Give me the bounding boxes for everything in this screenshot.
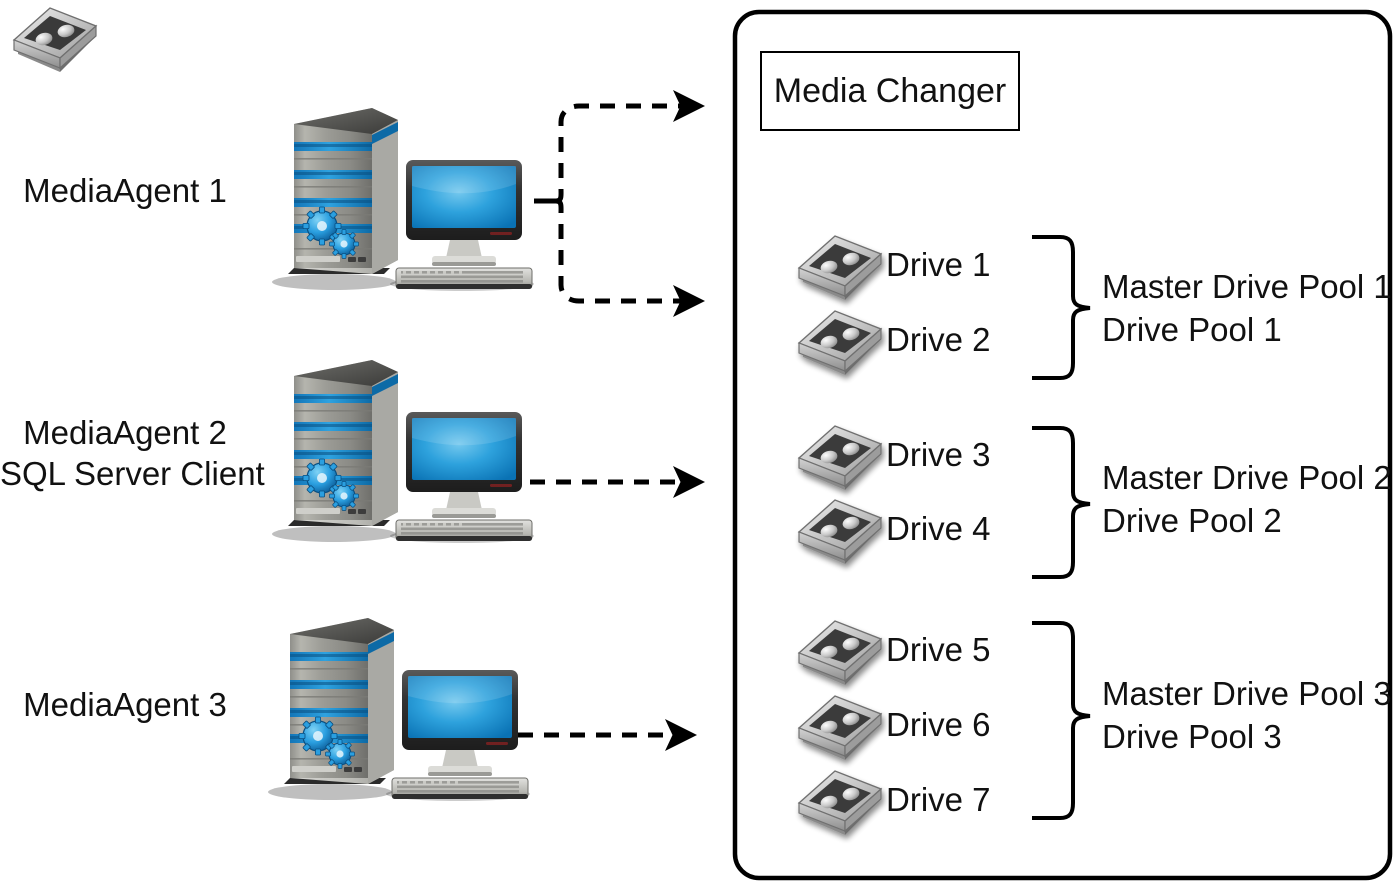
mediaagent-2-computer-icon	[272, 350, 542, 550]
drive-4-label: Drive 4	[886, 510, 991, 547]
monitor-icon	[386, 670, 530, 801]
mediaagent-1-computer-icon	[272, 98, 542, 298]
mediaagent-2-line-1: MediaAgent 2	[23, 414, 227, 451]
pool-1-master-label: Master Drive Pool 1	[1102, 268, 1392, 305]
keyboard-icon	[395, 267, 533, 289]
pool-1-labels: Master Drive Pool 1 Drive Pool 1	[1102, 265, 1392, 351]
pool-2-labels: Master Drive Pool 2 Drive Pool 2	[1102, 456, 1392, 542]
mediaagent-3-line-1: MediaAgent 3	[23, 686, 227, 723]
pool-2-pool-label: Drive Pool 2	[1102, 502, 1282, 539]
connector-agent1	[534, 90, 705, 317]
mediaagent-1-label: MediaAgent 1	[0, 170, 250, 211]
diagram-canvas: MediaAgent 1 MediaAgent 2 SQL Server Cli…	[0, 0, 1400, 890]
media-changer-label: Media Changer	[773, 71, 1007, 110]
keyboard-icon	[395, 519, 533, 541]
server-tower	[268, 618, 394, 800]
mediaagent-3-computer-icon	[268, 608, 538, 808]
pool-brace-2	[1032, 426, 1091, 579]
drive-icon-2	[798, 310, 882, 376]
monitor-icon	[390, 412, 534, 543]
pool-brace-1	[1032, 235, 1091, 380]
pool-2-master-label: Master Drive Pool 2	[1102, 459, 1392, 496]
pool-3-labels: Master Drive Pool 3 Drive Pool 3	[1102, 672, 1392, 758]
keyboard-icon	[391, 777, 529, 799]
drive-icon-7	[798, 770, 882, 836]
drive-1-label: Drive 1	[886, 246, 991, 283]
mediaagent-1-line-1: MediaAgent 1	[23, 172, 227, 209]
media-changer-box: Media Changer	[760, 51, 1020, 131]
drive-icon-5	[798, 620, 882, 686]
drive-5-label: Drive 5	[886, 631, 991, 668]
drive-7-label: Drive 7	[886, 781, 991, 818]
monitor-icon	[390, 160, 534, 291]
drive-6-label: Drive 6	[886, 706, 991, 743]
pool-1-pool-label: Drive Pool 1	[1102, 311, 1282, 348]
pool-brace-3	[1032, 621, 1091, 820]
drive-2-label: Drive 2	[886, 321, 991, 358]
server-tower	[272, 108, 398, 290]
drive-3-label: Drive 3	[886, 436, 991, 473]
mediaagent-2-line-2: SQL Server Client	[0, 455, 265, 492]
drive-icon-3	[798, 425, 882, 491]
mediaagent-3-label: MediaAgent 3	[0, 684, 250, 725]
mediaagent-2-label: MediaAgent 2 SQL Server Client	[0, 412, 265, 494]
drive-icon-4	[798, 499, 882, 565]
pool-3-pool-label: Drive Pool 3	[1102, 718, 1282, 755]
drive-icon-1	[798, 235, 882, 301]
pool-3-master-label: Master Drive Pool 3	[1102, 675, 1392, 712]
server-tower	[272, 360, 398, 542]
drive-icon-6	[798, 695, 882, 761]
